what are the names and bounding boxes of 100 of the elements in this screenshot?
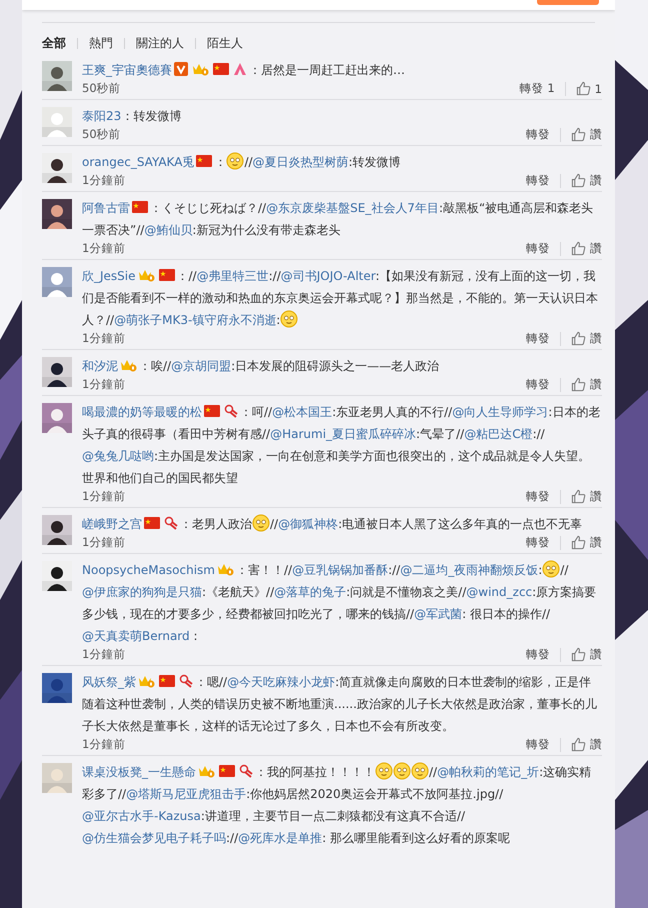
action-button[interactable] xyxy=(537,0,599,5)
mention-link[interactable]: @落草的兔子 xyxy=(274,585,346,599)
user-name-link[interactable]: orangec_SAYAKA兎 xyxy=(82,155,194,169)
thumbs-up-icon xyxy=(571,647,586,662)
verified-icon xyxy=(174,62,188,76)
mention-link[interactable]: @向人生导师学习 xyxy=(452,405,548,419)
mention-link[interactable]: @天真卖萌Bernard xyxy=(82,629,190,643)
filter-tab[interactable]: 熱門 xyxy=(89,35,113,52)
mention-link[interactable]: @今天吃麻辣小龙虾 xyxy=(227,675,336,689)
crown-icon xyxy=(138,268,155,282)
mention-link[interactable]: @Harumi_夏日蜜瓜碎碎冰 xyxy=(270,427,416,441)
mention-link[interactable]: @萌张子MK3-镇守府永不消逝 xyxy=(114,313,276,327)
flag-icon xyxy=(132,200,148,214)
mention-link[interactable]: @御狐神柊 xyxy=(278,517,338,531)
comment-text: 阿鲁古雷 ：くそじじ死ねば？//@东京废柴基盤SE_社会人7年目:敲黑板“被电通高层和森老头一票否决”//@鮪仙贝:新冠为什么没有带走森老头 xyxy=(82,199,594,239)
mention-link[interactable]: @弗里特三世 xyxy=(196,269,269,283)
crown-icon xyxy=(217,562,234,576)
thumbs-up-icon xyxy=(571,127,586,142)
timestamp: 1分鐘前 xyxy=(82,331,126,346)
crown-icon xyxy=(120,358,137,372)
emoji-icon xyxy=(393,762,411,780)
like-button[interactable]: 讚 xyxy=(571,535,602,550)
peak-icon xyxy=(233,62,247,76)
thumbs-up-icon xyxy=(571,737,586,752)
mention-link[interactable]: @东京废柴基盤SE_社会人7年目 xyxy=(266,201,439,215)
thumbs-up-icon xyxy=(576,81,591,96)
repost-link[interactable]: 轉發 xyxy=(526,737,550,752)
emoji-icon xyxy=(411,762,429,780)
mention-link[interactable]: @兔兔几哒哟 xyxy=(82,449,154,463)
filter-tab[interactable]: 全部 xyxy=(42,35,66,52)
emoji-icon xyxy=(226,152,244,170)
mention-link[interactable]: @亚尔古水手-Kazusa xyxy=(82,809,201,823)
repost-link[interactable]: 轉發 xyxy=(526,127,550,142)
timestamp: 1分鐘前 xyxy=(82,489,126,504)
like-button[interactable]: 讚 xyxy=(571,127,602,142)
repost-link[interactable]: 轉發 xyxy=(526,173,550,188)
user-name-link[interactable]: NoopsycheMasochism xyxy=(82,563,215,577)
like-button[interactable]: 讚 xyxy=(571,241,602,256)
flag-icon xyxy=(213,62,229,76)
timestamp: 1分鐘前 xyxy=(82,241,126,256)
timestamp: 1分鐘前 xyxy=(82,737,126,752)
user-name-link[interactable]: 王爽_宇宙奧德賽 xyxy=(82,63,172,77)
mention-link[interactable]: @仿生猫会梦见电子耗子吗 xyxy=(82,831,226,845)
mention-link[interactable]: @夏日炎热型树荫 xyxy=(252,155,349,169)
emoji-icon xyxy=(542,560,560,578)
like-button[interactable]: 讚 xyxy=(571,489,602,504)
mention-link[interactable]: @死库水是单推 xyxy=(238,831,322,845)
repost-link[interactable]: 轉發 xyxy=(526,241,550,256)
comment-text: 泰阳23：转发微博 xyxy=(82,108,182,125)
comment-text: orangec_SAYAKA兎 ： //@夏日炎热型树荫:转发微博 xyxy=(82,151,602,173)
timestamp: 50秒前 xyxy=(82,127,121,142)
comment-text: 欣_JesSie ：//@弗里特三世://@司书JOJO-Alter:【如果没有新冠，没有上面的这一切，我们是否能看到不一样的激动和热血的东京奥运会开幕式呢？】那当然是，不能的。第一天认识日本人？//@萌张子MK3-镇守府永不消逝: xyxy=(82,267,599,330)
thumbs-up-icon xyxy=(571,535,586,550)
repost-link[interactable]: 轉發 xyxy=(526,489,550,504)
thumbs-up-icon xyxy=(571,489,586,504)
crown-icon xyxy=(138,674,155,688)
filter-tab[interactable]: 陌生人 xyxy=(207,35,243,52)
mention-link[interactable]: @粘巴达C橙 xyxy=(464,427,533,441)
user-name-link[interactable]: 泰阳23 xyxy=(82,109,122,123)
like-button[interactable]: 讚 xyxy=(571,737,602,752)
mention-link[interactable]: @二逼均_夜雨神翻烦反饭 xyxy=(400,563,538,577)
emoji-icon xyxy=(375,762,393,780)
repost-link[interactable]: 轉發 1 xyxy=(520,81,555,96)
repost-link[interactable]: 轉發 xyxy=(526,647,550,662)
filter-tab[interactable]: 關注的人 xyxy=(136,35,184,52)
repost-link[interactable]: 轉發 xyxy=(526,535,550,550)
mention-link[interactable]: @塔斯马尼亚虎狙击手 xyxy=(126,787,246,801)
flag-icon xyxy=(219,764,235,778)
comment-text: 嵯峨野之宫 ：老男人政治 //@御狐神柊:电通被日本人黑了这么多年真的一点也不无辜 xyxy=(82,513,602,535)
user-name-link[interactable]: 嵯峨野之宫 xyxy=(82,517,142,531)
mention-link[interactable]: @军武菌 xyxy=(414,607,462,621)
mention-link[interactable]: @帕秋莉的笔记_圻 xyxy=(437,765,540,779)
mention-link[interactable]: @鮪仙贝 xyxy=(144,223,192,237)
user-name-link[interactable]: 课桌没板凳_一生懸命 xyxy=(82,765,196,779)
mention-link[interactable]: @司书JOJO-Alter xyxy=(280,269,376,283)
mention-link[interactable]: @京胡同盟 xyxy=(171,359,232,373)
mention-link[interactable]: @松本国王 xyxy=(272,405,332,419)
user-name-link[interactable]: 和汐泥 xyxy=(82,359,118,373)
mention-link[interactable]: @wind_zcc xyxy=(466,585,532,599)
user-name-link[interactable]: 喝最濃的奶等最暖的松 xyxy=(82,405,202,419)
user-name-link[interactable]: 风妖祭_紫 xyxy=(82,675,136,689)
comment-text: 和汐泥 ：唉//@京胡同盟:日本发展的阻碍源头之一——老人政治 xyxy=(82,357,440,375)
comment-text: 喝最濃的奶等最暖的松 ：呵//@松本国王:东亚老男人真的不行//@向人生导师学习:日本的老头子真的很碍事（看田中芳树有感//@Harumi_夏日蜜瓜碎碎冰:气晕了//@粘巴达C橙:// @兔兔几哒哟:主办国是发达国家，一向在创意和美学方面也很突出的，这个成品就是令人失望。世界和他们自己的国民都失望 xyxy=(82,403,602,487)
user-name-link[interactable]: 欣_JesSie xyxy=(82,269,136,283)
like-button[interactable]: 讚 xyxy=(571,173,602,188)
comment-text: 王爽_宇宙奧德賽 ：居然是一周赶工赶出来的… xyxy=(82,61,406,79)
mention-link[interactable]: @伊庶家的狗狗是只猫 xyxy=(82,585,202,599)
like-button[interactable]: 1 xyxy=(576,81,602,96)
like-button[interactable]: 讚 xyxy=(571,377,602,392)
like-button[interactable]: 讚 xyxy=(571,647,602,662)
like-button[interactable]: 讚 xyxy=(571,331,602,346)
timestamp: 1分鐘前 xyxy=(82,647,126,662)
crown-icon xyxy=(198,764,215,778)
timestamp: 1分鐘前 xyxy=(82,173,126,188)
repost-link[interactable]: 轉發 xyxy=(526,377,550,392)
mention-link[interactable]: @豆乳锅锅加番酥 xyxy=(292,563,388,577)
repost-link[interactable]: 轉發 xyxy=(526,331,550,346)
comment-text: 风妖祭_紫 ：嗯//@今天吃麻辣小龙虾:简直就像走向腐败的日本世袭制的缩影，正是伴随着这种世袭制，人类的错误历史被不断地重演......政治家的儿子长大依然是政治家，董事长的儿子长大依然是董事长，这样的话无论过了多久，日本也不会有所改变。 xyxy=(82,673,598,735)
comment-text: NoopsycheMasochism ：害！！//@豆乳锅锅加番酥://@二逼均_夜雨神翻烦反饭: // @伊庶家的狗狗是只猫:《老航天》//@落草的兔子:问就是不懂物哀之美//@wind_zcc:原方案搞要多少钱，现在的才要多少，经费都被回扣吃光了，哪来的钱搞//@军武菌: 很日本的操作// @天真卖萌Bernard : xyxy=(82,559,602,647)
user-name-link[interactable]: 阿鲁古雷 xyxy=(82,201,130,215)
